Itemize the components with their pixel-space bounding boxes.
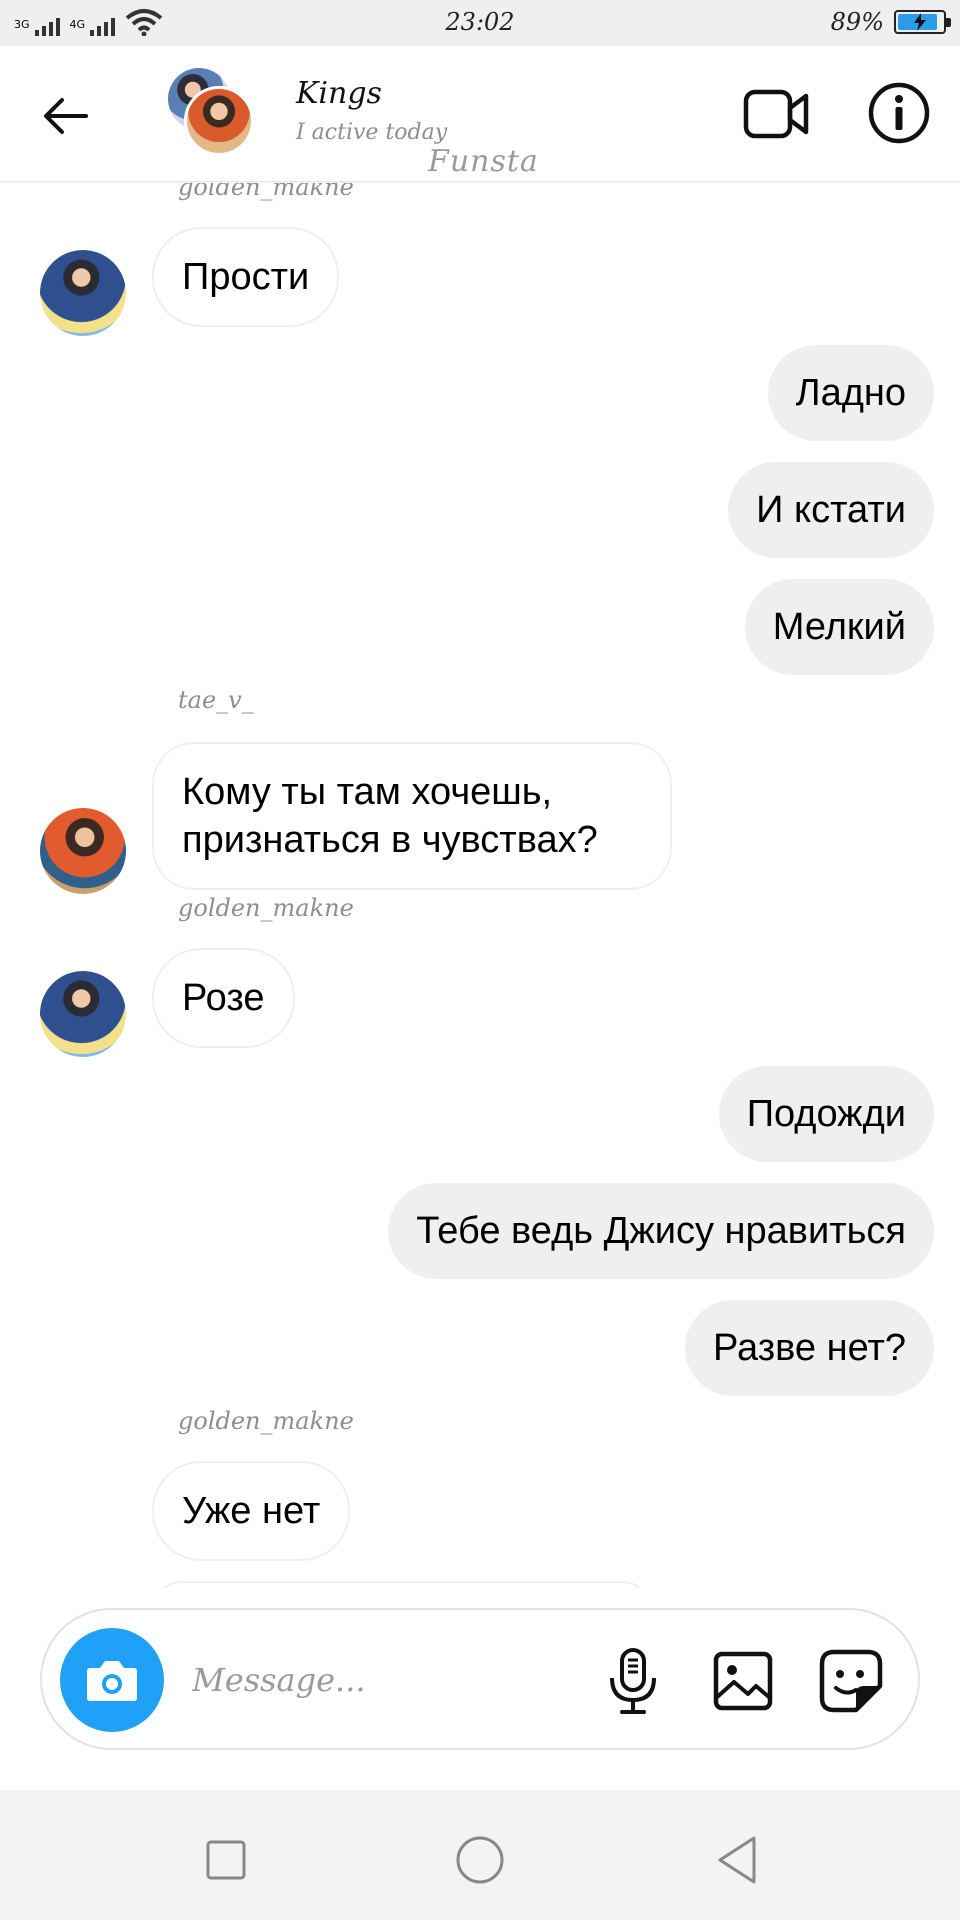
message-input[interactable] <box>192 1652 612 1708</box>
recents-button[interactable] <box>196 1830 256 1890</box>
circle-icon <box>456 1836 504 1884</box>
square-icon <box>206 1840 246 1880</box>
avatar <box>184 86 254 156</box>
video-call-button[interactable] <box>742 84 812 144</box>
status-time: 23:02 <box>445 8 515 36</box>
chat-header: Kings I active today Funsta <box>0 46 960 182</box>
avatar[interactable] <box>40 808 126 894</box>
battery-icon <box>894 10 951 34</box>
message-bubble-out[interactable]: Ладно <box>767 345 934 441</box>
message-bubble-out[interactable]: И кстати <box>728 462 934 558</box>
camera-icon <box>87 1661 137 1701</box>
arrow-left-icon <box>44 98 88 134</box>
charging-bolt-icon <box>914 13 926 31</box>
message-bubble-out[interactable]: Разве нет? <box>684 1300 934 1396</box>
back-button[interactable] <box>38 88 94 144</box>
message-composer <box>40 1608 920 1750</box>
sticker-button[interactable] <box>816 1646 886 1716</box>
message-bubble-partial[interactable] <box>152 1581 652 1588</box>
home-button[interactable] <box>450 1830 510 1890</box>
message-bubble-in[interactable]: Уже нет <box>152 1461 351 1561</box>
video-camera-icon <box>743 89 809 139</box>
message-bubble-out[interactable]: Подожди <box>718 1066 934 1162</box>
sender-name: golden_makne <box>178 183 354 201</box>
message-bubble-in[interactable]: Розе <box>152 948 295 1048</box>
message-bubble-out[interactable]: Мелкий <box>744 579 934 675</box>
back-nav-button[interactable] <box>708 1830 768 1890</box>
message-list[interactable]: golden_makne Прости Ладно И кстати Мелки… <box>0 183 960 1588</box>
camera-button[interactable] <box>60 1628 164 1732</box>
sender-name: golden_makne <box>178 894 354 922</box>
gallery-button[interactable] <box>708 1646 778 1716</box>
sender-name: golden_makne <box>178 1407 354 1435</box>
message-bubble-out[interactable]: Тебе ведь Джису нравиться <box>388 1183 934 1279</box>
message-bubble-in[interactable]: Прости <box>152 227 340 327</box>
status-bar: 3G 4G 23:02 89% <box>0 0 960 46</box>
avatar[interactable] <box>40 250 126 336</box>
battery-area: 89% <box>830 8 951 36</box>
chat-title[interactable]: Kings <box>296 76 382 111</box>
image-icon <box>713 1651 773 1711</box>
message-bubble-in[interactable]: Кому ты там хочешь, признаться в чувства… <box>152 742 672 890</box>
watermark: Funsta <box>428 144 539 179</box>
info-icon <box>868 82 930 144</box>
battery-percent: 89% <box>830 8 884 36</box>
triangle-back-icon <box>718 1836 756 1884</box>
sticker-icon <box>819 1649 883 1713</box>
info-button[interactable] <box>866 80 932 146</box>
avatar[interactable] <box>40 971 126 1057</box>
microphone-icon <box>610 1648 656 1714</box>
sender-name: tae_v_ <box>178 686 254 714</box>
group-avatar[interactable] <box>168 68 258 158</box>
system-nav-bar <box>0 1790 960 1920</box>
active-status: I active today <box>296 120 448 145</box>
voice-message-button[interactable] <box>598 1646 668 1716</box>
